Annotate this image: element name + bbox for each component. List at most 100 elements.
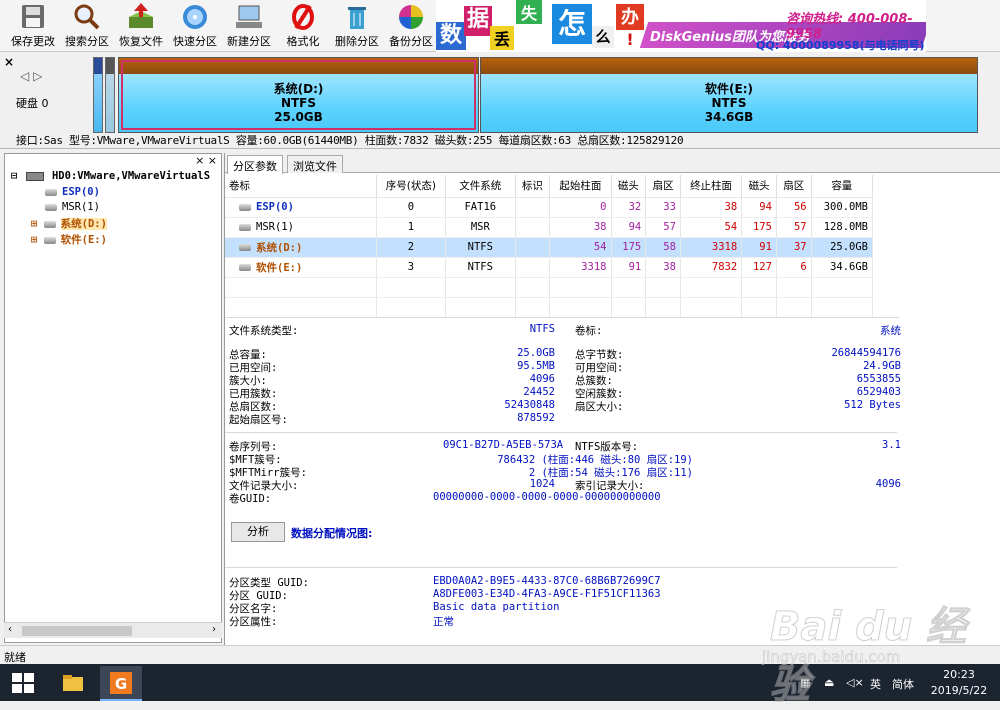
detail-value: 52430848 bbox=[504, 399, 555, 411]
divider bbox=[225, 567, 897, 568]
disk-map: × ◁ ▷ 硬盘 0 系统(D:) NTFS 25.0GB 软件(E:) NTF… bbox=[0, 53, 1000, 149]
expand-icon[interactable]: ⊞ bbox=[31, 218, 37, 230]
diskgenius-taskbar-button[interactable]: G bbox=[100, 666, 142, 701]
cell-end-sector: 37 bbox=[776, 237, 812, 258]
partition-icon bbox=[239, 223, 251, 231]
tree-root[interactable]: ⊟ HD0:VMware,VMwareVirtualS bbox=[11, 170, 210, 182]
index-record-value: 4096 bbox=[875, 478, 901, 490]
col-header[interactable]: 扇区 bbox=[645, 175, 681, 198]
watermark-url: jingyan.baidu.com bbox=[762, 648, 901, 667]
collapse-icon[interactable]: ⊟ bbox=[11, 170, 17, 182]
cell-start-cyl: 0 bbox=[549, 197, 612, 218]
banner-char: 怎 bbox=[552, 4, 592, 44]
harddisk-icon bbox=[25, 171, 44, 181]
cell-start-sector: 38 bbox=[645, 257, 681, 278]
cell-end-cyl: 3318 bbox=[680, 237, 743, 258]
partition-block-d[interactable]: 系统(D:) NTFS 25.0GB bbox=[118, 57, 479, 133]
expand-icon[interactable]: ⊞ bbox=[31, 234, 37, 246]
detail-value: 4096 bbox=[529, 373, 555, 385]
detail-value: 512 Bytes bbox=[844, 399, 901, 411]
col-header[interactable]: 扇区 bbox=[776, 175, 812, 198]
tree-item-msr[interactable]: MSR(1) bbox=[45, 201, 100, 213]
banner-char: 丢 bbox=[490, 26, 514, 50]
volume-guid-value: 00000000-0000-0000-0000-000000000000 bbox=[433, 491, 661, 503]
file-explorer-taskbar-button[interactable] bbox=[52, 666, 94, 701]
cell-end-cyl: 38 bbox=[680, 197, 743, 218]
tree-item-label: 系统(D:) bbox=[60, 218, 107, 230]
search-partition-button[interactable]: 搜索分区 bbox=[60, 2, 114, 50]
table-row[interactable]: MSR(1) 1 MSR 38 94 57 54 175 57 128.0MB bbox=[225, 217, 874, 238]
tree-scrollbar[interactable]: ‹ › bbox=[4, 622, 222, 638]
col-header[interactable]: 标识 bbox=[515, 175, 551, 198]
divider bbox=[225, 432, 897, 433]
tree-item-esp[interactable]: ESP(0) bbox=[45, 186, 100, 198]
svg-text:G: G bbox=[115, 675, 127, 693]
partition-name: 软件(E:) bbox=[705, 82, 753, 96]
save-button[interactable]: 保存更改 bbox=[6, 2, 60, 50]
cell-start-head: 175 bbox=[611, 237, 647, 258]
detail-value: 26844594176 bbox=[831, 347, 901, 359]
partition-block-e[interactable]: 软件(E:) NTFS 34.6GB bbox=[480, 57, 978, 133]
detail-value: 24452 bbox=[523, 386, 555, 398]
ad-banner[interactable]: 数 据 丢 失 怎 么 办 ! DiskGenius团队为您服务 咨询热线: 4… bbox=[436, 0, 926, 52]
tree-item-label: MSR(1) bbox=[62, 201, 100, 213]
prev-disk-icon[interactable]: ◁ bbox=[20, 69, 29, 83]
scroll-right-icon[interactable]: › bbox=[212, 624, 216, 635]
table-header: 卷标 序号(状态) 文件系统 标识 起始柱面 磁头 扇区 终止柱面 磁头 扇区 … bbox=[225, 175, 874, 198]
analyze-button[interactable]: 分析 bbox=[231, 522, 285, 542]
close-icon[interactable]: × bbox=[4, 55, 14, 69]
table-row-empty bbox=[225, 297, 874, 318]
serial-value: 09C1-B27D-A5EB-573A bbox=[443, 439, 564, 451]
msr-partition-block[interactable] bbox=[105, 57, 115, 133]
col-header[interactable]: 终止柱面 bbox=[680, 175, 743, 198]
partition-icon bbox=[239, 203, 251, 211]
cell-flag bbox=[515, 237, 551, 258]
format-button[interactable]: 格式化 bbox=[276, 2, 330, 50]
cell-end-head: 91 bbox=[741, 237, 777, 258]
col-header[interactable]: 文件系统 bbox=[445, 175, 516, 198]
scroll-left-icon[interactable]: ‹ bbox=[8, 624, 12, 635]
esp-partition-block[interactable] bbox=[93, 57, 103, 133]
tree-item-system[interactable]: ⊞ 系统(D:) bbox=[31, 216, 107, 231]
col-header[interactable]: 卷标 bbox=[225, 175, 377, 198]
cell-start-head: 91 bbox=[611, 257, 647, 278]
divider bbox=[227, 317, 899, 318]
next-disk-icon[interactable]: ▷ bbox=[33, 69, 42, 83]
partition-name-value: Basic data partition bbox=[433, 601, 560, 613]
cell-name: 软件(E:) bbox=[256, 261, 303, 274]
cell-capacity: 25.0GB bbox=[811, 237, 874, 258]
cell-end-head: 127 bbox=[741, 257, 777, 278]
partition-type-guid-value: EBD0A0A2-B9E5-4433-87C0-68B6B72699C7 bbox=[433, 575, 661, 587]
banner-char: 失 bbox=[516, 0, 542, 24]
col-header[interactable]: 序号(状态) bbox=[376, 175, 447, 198]
tab-browse-files[interactable]: 浏览文件 bbox=[287, 155, 343, 173]
tree-item-label: ESP(0) bbox=[62, 186, 100, 198]
tree-root-label: HD0:VMware,VMwareVirtualS bbox=[51, 170, 211, 182]
trash-icon bbox=[348, 7, 366, 29]
tab-partition-params[interactable]: 分区参数 bbox=[227, 155, 283, 174]
scroll-thumb[interactable] bbox=[22, 626, 132, 636]
new-partition-button[interactable]: 新建分区 bbox=[222, 2, 276, 50]
banner-qq: QQ: 4000089958(与电话同号) bbox=[756, 39, 925, 52]
delete-partition-button[interactable]: 删除分区 bbox=[330, 2, 384, 50]
col-header[interactable]: 磁头 bbox=[741, 175, 777, 198]
col-header[interactable]: 容量 bbox=[811, 175, 874, 198]
magnifier-icon bbox=[74, 4, 100, 30]
cell-flag bbox=[515, 197, 551, 218]
quick-partition-button[interactable]: 快速分区 bbox=[168, 2, 222, 50]
tree-item-software[interactable]: ⊞ 软件(E:) bbox=[31, 232, 107, 247]
col-header[interactable]: 起始柱面 bbox=[549, 175, 612, 198]
partition-guid-value: A8DFE003-E34D-4FA3-A9CE-F1F51CF11363 bbox=[433, 588, 661, 600]
cell-name: 系统(D:) bbox=[256, 241, 303, 254]
col-header[interactable]: 磁头 bbox=[611, 175, 647, 198]
table-row[interactable]: ESP(0) 0 FAT16 0 32 33 38 94 56 300.0MB bbox=[225, 197, 874, 218]
table-row[interactable]: 软件(E:) 3 NTFS 3318 91 38 7832 127 6 34.6… bbox=[225, 257, 874, 278]
detail-value: 24.9GB bbox=[863, 360, 901, 372]
banner-char: 办 bbox=[616, 4, 644, 30]
status-text: 就绪 bbox=[4, 651, 26, 664]
backup-partition-button[interactable]: 备份分区 bbox=[384, 2, 438, 50]
recover-files-button[interactable]: 恢复文件 bbox=[114, 2, 168, 50]
table-row-selected[interactable]: 系统(D:) 2 NTFS 54 175 58 3318 91 37 25.0G… bbox=[225, 237, 874, 258]
close-icon[interactable]: × × bbox=[195, 154, 217, 167]
windows-start-icon[interactable] bbox=[12, 673, 34, 693]
